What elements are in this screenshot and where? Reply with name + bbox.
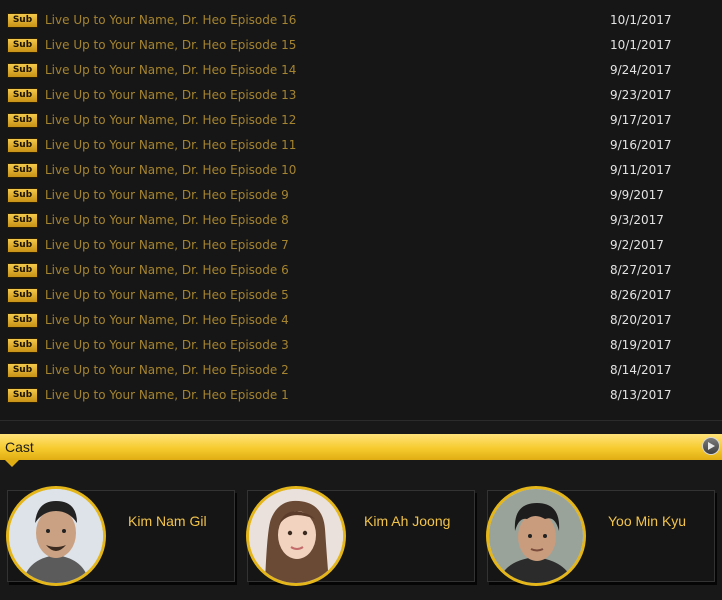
episode-link[interactable]: Live Up to Your Name, Dr. Heo Episode 1 (45, 387, 289, 403)
episode-link[interactable]: Live Up to Your Name, Dr. Heo Episode 16 (45, 12, 296, 28)
cast-avatar[interactable] (246, 486, 346, 586)
episode-link[interactable]: Live Up to Your Name, Dr. Heo Episode 14 (45, 62, 296, 78)
cast-avatar[interactable] (6, 486, 106, 586)
episode-date: 8/26/2017 (610, 288, 672, 302)
sub-badge: Sub (7, 88, 38, 103)
episode-row[interactable]: Sub Live Up to Your Name, Dr. Heo Episod… (0, 159, 722, 184)
episode-date: 9/23/2017 (610, 88, 672, 102)
cast-name[interactable]: Kim Nam Gil (128, 512, 207, 530)
episode-link[interactable]: Live Up to Your Name, Dr. Heo Episode 3 (45, 337, 289, 353)
episode-date: 8/27/2017 (610, 263, 672, 277)
sub-badge: Sub (7, 288, 38, 303)
episode-date: 9/17/2017 (610, 113, 672, 127)
cast-name[interactable]: Kim Ah Joong (364, 512, 450, 530)
cast-header: Cast (0, 434, 722, 460)
episode-link[interactable]: Live Up to Your Name, Dr. Heo Episode 6 (45, 262, 289, 278)
episode-date: 8/19/2017 (610, 338, 672, 352)
episode-row[interactable]: Sub Live Up to Your Name, Dr. Heo Episod… (0, 34, 722, 59)
episode-date: 9/16/2017 (610, 138, 672, 152)
episode-row[interactable]: Sub Live Up to Your Name, Dr. Heo Episod… (0, 359, 722, 384)
cast-title: Cast (5, 439, 34, 455)
episode-date: 9/9/2017 (610, 188, 664, 202)
episode-row[interactable]: Sub Live Up to Your Name, Dr. Heo Episod… (0, 184, 722, 209)
episode-link[interactable]: Live Up to Your Name, Dr. Heo Episode 13 (45, 87, 296, 103)
episode-list: Sub Live Up to Your Name, Dr. Heo Episod… (0, 0, 722, 420)
cast-name[interactable]: Yoo Min Kyu (608, 512, 686, 530)
episode-date: 8/13/2017 (610, 388, 672, 402)
episode-date: 10/1/2017 (610, 38, 672, 52)
episode-link[interactable]: Live Up to Your Name, Dr. Heo Episode 9 (45, 187, 289, 203)
portrait-icon (9, 489, 103, 583)
episode-row[interactable]: Sub Live Up to Your Name, Dr. Heo Episod… (0, 84, 722, 109)
sub-badge: Sub (7, 188, 38, 203)
episode-link[interactable]: Live Up to Your Name, Dr. Heo Episode 7 (45, 237, 289, 253)
episode-row[interactable]: Sub Live Up to Your Name, Dr. Heo Episod… (0, 134, 722, 159)
play-icon[interactable] (702, 437, 720, 455)
episode-row[interactable]: Sub Live Up to Your Name, Dr. Heo Episod… (0, 209, 722, 234)
cast-avatar[interactable] (486, 486, 586, 586)
episode-date: 9/11/2017 (610, 163, 672, 177)
episode-link[interactable]: Live Up to Your Name, Dr. Heo Episode 12 (45, 112, 296, 128)
episode-link[interactable]: Live Up to Your Name, Dr. Heo Episode 4 (45, 312, 289, 328)
episode-date: 9/2/2017 (610, 238, 664, 252)
sub-badge: Sub (7, 63, 38, 78)
sub-badge: Sub (7, 363, 38, 378)
sub-badge: Sub (7, 13, 38, 28)
episode-date: 8/20/2017 (610, 313, 672, 327)
sub-badge: Sub (7, 388, 38, 403)
episode-row[interactable]: Sub Live Up to Your Name, Dr. Heo Episod… (0, 334, 722, 359)
episode-link[interactable]: Live Up to Your Name, Dr. Heo Episode 8 (45, 212, 289, 228)
episode-row[interactable]: Sub Live Up to Your Name, Dr. Heo Episod… (0, 309, 722, 334)
episode-link[interactable]: Live Up to Your Name, Dr. Heo Episode 10 (45, 162, 296, 178)
episode-link[interactable]: Live Up to Your Name, Dr. Heo Episode 11 (45, 137, 296, 153)
episode-row[interactable]: Sub Live Up to Your Name, Dr. Heo Episod… (0, 59, 722, 84)
sub-badge: Sub (7, 338, 38, 353)
episode-link[interactable]: Live Up to Your Name, Dr. Heo Episode 5 (45, 287, 289, 303)
portrait-icon (489, 489, 583, 583)
episode-row[interactable]: Sub Live Up to Your Name, Dr. Heo Episod… (0, 284, 722, 309)
sub-badge: Sub (7, 163, 38, 178)
episode-date: 10/1/2017 (610, 13, 672, 27)
portrait-icon (249, 489, 343, 583)
episode-date: 9/3/2017 (610, 213, 664, 227)
sub-badge: Sub (7, 138, 38, 153)
episode-row[interactable]: Sub Live Up to Your Name, Dr. Heo Episod… (0, 259, 722, 284)
episode-date: 8/14/2017 (610, 363, 672, 377)
sub-badge: Sub (7, 213, 38, 228)
episode-date: 9/24/2017 (610, 63, 672, 77)
episode-row[interactable]: Sub Live Up to Your Name, Dr. Heo Episod… (0, 9, 722, 34)
episode-row[interactable]: Sub Live Up to Your Name, Dr. Heo Episod… (0, 384, 722, 409)
sub-badge: Sub (7, 238, 38, 253)
episode-link[interactable]: Live Up to Your Name, Dr. Heo Episode 15 (45, 37, 296, 53)
sub-badge: Sub (7, 263, 38, 278)
cast-header-pointer (5, 460, 19, 467)
episode-link[interactable]: Live Up to Your Name, Dr. Heo Episode 2 (45, 362, 289, 378)
episode-row[interactable]: Sub Live Up to Your Name, Dr. Heo Episod… (0, 234, 722, 259)
episode-row[interactable]: Sub Live Up to Your Name, Dr. Heo Episod… (0, 109, 722, 134)
sub-badge: Sub (7, 313, 38, 328)
section-divider (0, 420, 722, 421)
sub-badge: Sub (7, 113, 38, 128)
sub-badge: Sub (7, 38, 38, 53)
